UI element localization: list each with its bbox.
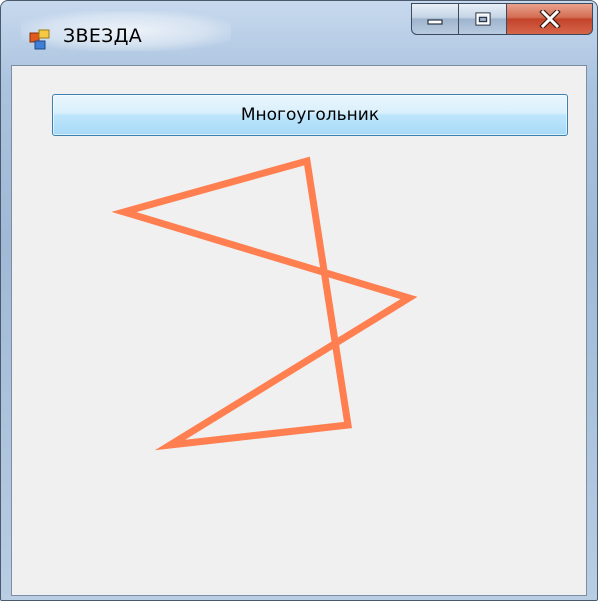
window-controls xyxy=(411,3,593,37)
maximize-icon xyxy=(474,12,491,26)
close-button[interactable] xyxy=(507,3,593,35)
close-icon xyxy=(538,10,561,28)
maximize-button[interactable] xyxy=(459,3,507,35)
window-title: ЗВЕЗДА xyxy=(63,25,143,47)
drawing-canvas xyxy=(111,156,418,451)
title-bar[interactable]: ЗВЕЗДА xyxy=(1,1,597,65)
pentagram-star xyxy=(111,156,418,451)
form-client-area: Многоугольник xyxy=(11,65,587,596)
minimize-button[interactable] xyxy=(411,3,459,35)
app-form-icon[interactable] xyxy=(29,28,51,50)
app-window: ЗВЕЗДА Многоугольник xyxy=(0,0,598,601)
minimize-icon xyxy=(427,19,443,25)
